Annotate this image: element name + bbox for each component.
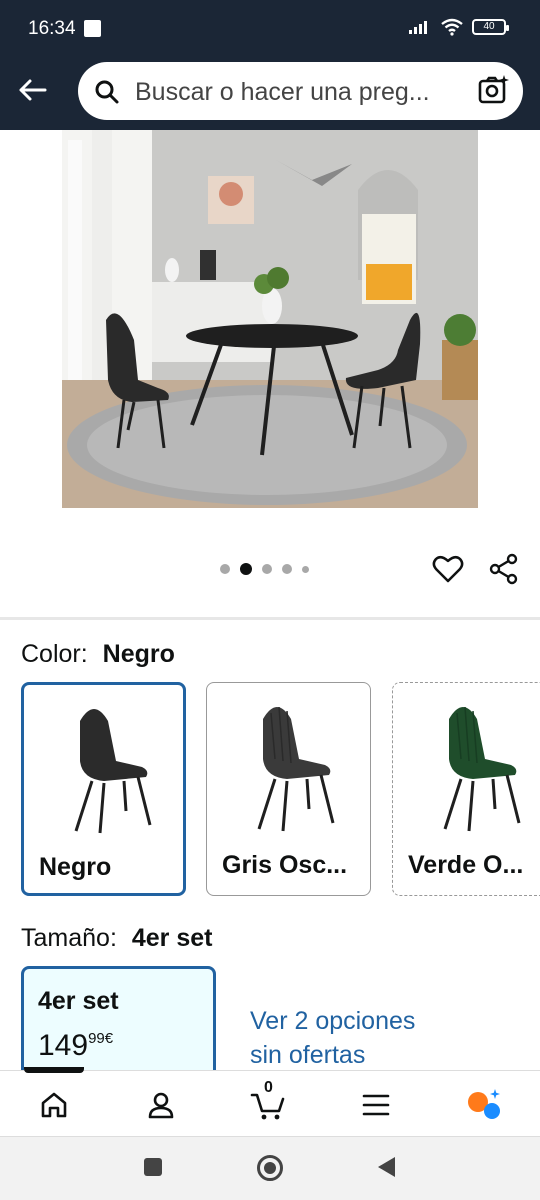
back-triangle-icon[interactable] xyxy=(375,1155,397,1179)
color-option-negro[interactable]: Negro xyxy=(21,682,186,896)
chair-thumbnail xyxy=(74,709,152,834)
wifi-icon xyxy=(441,18,463,36)
see-options-line2: sin ofertas xyxy=(250,1041,366,1069)
carousel-indicator xyxy=(220,563,309,575)
bottom-navigation: 0 xyxy=(0,1067,540,1136)
share-button[interactable] xyxy=(488,553,520,590)
heart-icon xyxy=(432,555,464,583)
see-other-options-link[interactable]: Ver 2 opciones sin ofertas xyxy=(250,1004,470,1072)
search-icon xyxy=(95,80,119,104)
size-label-row: Tamaño: 4er set xyxy=(21,924,212,953)
rufus-assistant-icon xyxy=(468,1089,500,1119)
dining-set-photo xyxy=(62,130,478,508)
carousel-dot xyxy=(302,565,309,573)
nav-rufus[interactable] xyxy=(464,1085,504,1125)
battery-icon: 40 xyxy=(472,19,509,35)
color-option-label: Verde O... xyxy=(408,851,524,879)
color-label-row: Color: Negro xyxy=(21,640,175,669)
app-header: Buscar o hacer una preg... xyxy=(0,58,540,130)
status-icons: 40 xyxy=(408,18,509,36)
color-option-gris-oscuro[interactable]: Gris Osc... xyxy=(206,682,371,896)
carousel-dot xyxy=(220,564,230,574)
price: 14999€ xyxy=(38,1029,113,1063)
system-navigation-bar xyxy=(0,1136,540,1200)
color-selected-value: Negro xyxy=(102,640,175,668)
nav-home[interactable] xyxy=(34,1085,74,1125)
battery-level: 40 xyxy=(483,21,495,32)
recents-icon[interactable] xyxy=(143,1157,163,1177)
search-input[interactable]: Buscar o hacer una preg... xyxy=(78,62,523,120)
status-bar: 16:34 40 xyxy=(0,0,540,58)
chair-thumbnail xyxy=(443,706,521,832)
search-placeholder: Buscar o hacer una preg... xyxy=(135,78,430,106)
price-fraction: 99 xyxy=(88,1030,105,1047)
home-button-icon[interactable] xyxy=(256,1154,284,1182)
arrow-left-icon xyxy=(19,79,47,101)
price-whole: 149 xyxy=(38,1029,89,1062)
notification-icon xyxy=(84,20,101,37)
color-option-verde[interactable]: Verde O... xyxy=(392,682,540,896)
camera-lens-icon[interactable] xyxy=(477,74,509,106)
home-icon xyxy=(41,1092,67,1118)
price-currency: € xyxy=(104,1030,114,1047)
cart-count: 0 xyxy=(264,1079,273,1096)
carousel-dot-active xyxy=(240,563,252,575)
carousel-dot xyxy=(282,564,292,574)
back-button[interactable] xyxy=(14,72,50,108)
nav-menu[interactable] xyxy=(356,1085,396,1125)
size-option-label: 4er set xyxy=(38,987,119,1015)
carousel-dot xyxy=(262,564,272,574)
account-icon xyxy=(148,1092,174,1119)
menu-icon xyxy=(362,1094,390,1116)
active-tab-indicator xyxy=(24,1067,84,1073)
share-icon xyxy=(489,553,518,585)
signal-icon xyxy=(409,21,427,34)
section-divider xyxy=(0,617,540,620)
color-label: Color: xyxy=(21,640,88,668)
size-label: Tamaño: xyxy=(21,924,117,952)
color-option-label: Gris Osc... xyxy=(222,851,348,879)
status-time: 16:34 xyxy=(28,18,76,39)
nav-account[interactable] xyxy=(141,1085,181,1125)
chair-thumbnail xyxy=(257,706,335,832)
size-selected-value: 4er set xyxy=(131,924,213,952)
product-image[interactable] xyxy=(62,130,478,508)
color-option-label: Negro xyxy=(39,853,112,881)
see-options-line1: Ver 2 opciones xyxy=(250,1007,416,1035)
wishlist-button[interactable] xyxy=(432,553,464,590)
nav-cart[interactable]: 0 xyxy=(248,1079,288,1125)
